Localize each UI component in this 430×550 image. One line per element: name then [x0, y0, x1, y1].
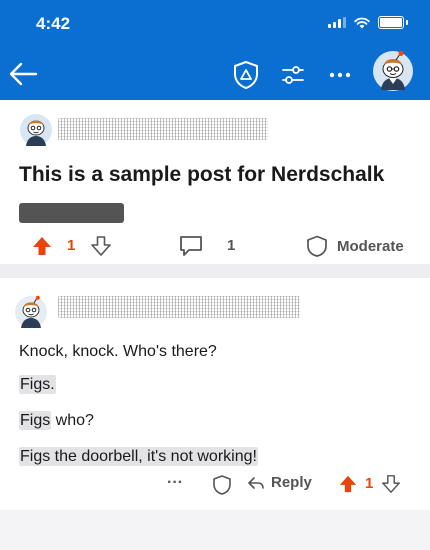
comment-downvote-icon[interactable]	[381, 474, 401, 494]
comment-card: Knock, knock. Who's there? Figs. Figs wh…	[0, 278, 430, 510]
comment-icon[interactable]	[178, 234, 204, 258]
redacted-commenter-name	[58, 296, 300, 318]
comment-line-4: Figs the doorbell, it's not working!	[19, 447, 258, 466]
battery-icon	[378, 16, 404, 29]
comment-vote-count: 1	[365, 475, 374, 492]
battery-nub	[406, 20, 408, 25]
reply-icon	[248, 476, 264, 489]
post-actions: 1 1 Moderate	[0, 230, 430, 262]
post-vote-count: 1	[67, 237, 76, 254]
comment-more-button[interactable]: ···	[167, 474, 183, 492]
status-time: 4:42	[36, 14, 71, 33]
reply-button[interactable]: Reply	[247, 474, 312, 491]
shield-icon	[307, 235, 327, 257]
comment-count: 1	[227, 237, 236, 254]
commenter-avatar[interactable]	[14, 295, 48, 329]
post-flair	[19, 203, 124, 223]
back-arrow-icon[interactable]	[6, 58, 42, 90]
comment-line-3: Figs who?	[19, 411, 94, 430]
comment-line-1-text: Knock, knock. Who's there?	[19, 343, 217, 360]
comment-upvote-icon[interactable]	[338, 474, 358, 494]
post-title: This is a sample post for Nerdschalk	[19, 163, 385, 186]
more-icon[interactable]	[325, 60, 355, 90]
comment-line-4-highlight: Figs the doorbell, it's not working!	[19, 447, 258, 466]
snoo-avatar-icon[interactable]	[372, 50, 414, 92]
app-header: 4:42	[0, 0, 430, 100]
status-icons	[328, 16, 408, 29]
moderate-label: Moderate	[337, 237, 404, 255]
comment-line-3-highlight: Figs	[19, 411, 52, 430]
filter-icon[interactable]	[279, 61, 307, 89]
comment-line-1: Knock, knock. Who's there?	[19, 343, 217, 361]
comment-line-3-text: who?	[51, 412, 94, 429]
author-avatar[interactable]	[19, 113, 53, 147]
wifi-icon	[354, 17, 370, 28]
post-card: This is a sample post for Nerdschalk 1 1…	[0, 100, 430, 264]
upvote-icon[interactable]	[31, 235, 53, 257]
section-divider	[0, 264, 430, 278]
mod-shield-icon[interactable]	[231, 59, 261, 91]
downvote-icon[interactable]	[90, 235, 112, 257]
comment-line-2-highlight: Figs.	[19, 375, 56, 394]
moderate-button[interactable]: Moderate	[305, 234, 404, 258]
comment-line-2: Figs.	[19, 375, 56, 394]
signal-icon	[328, 17, 346, 28]
comment-actions: ··· Reply 1	[0, 470, 430, 500]
reply-label: Reply	[271, 474, 312, 491]
redacted-username	[58, 118, 268, 140]
comment-shield-icon[interactable]	[212, 474, 232, 496]
